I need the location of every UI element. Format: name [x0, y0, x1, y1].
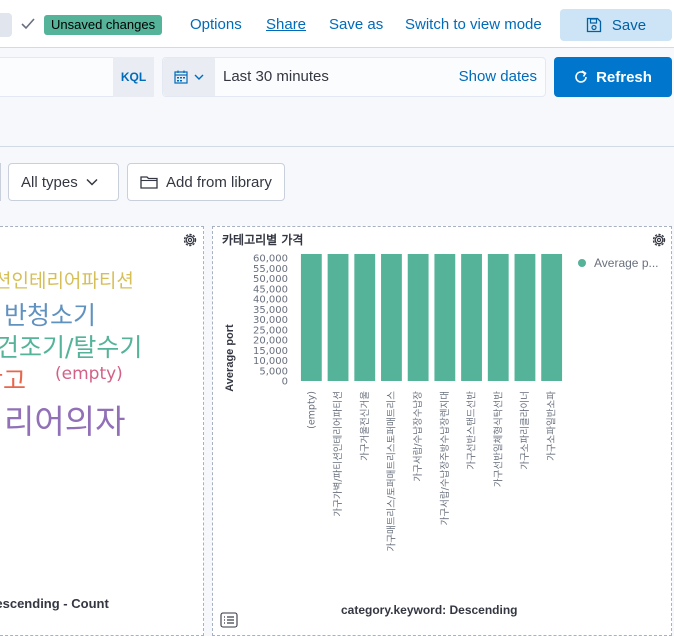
- x-tick-label: 가구가벽/파티션인테리어파티션: [333, 391, 344, 517]
- folder-icon: [140, 176, 158, 189]
- chart-bar[interactable]: [300, 254, 322, 381]
- bar-chart: 60,00055,00050,00045,00040,00035,00030,0…: [253, 254, 563, 552]
- gear-icon[interactable]: [650, 231, 668, 249]
- chart-bar[interactable]: [407, 254, 429, 381]
- x-tick-label: 가구소파리클라이너: [520, 391, 531, 470]
- save-label: Save: [611, 16, 647, 34]
- word-cloud-word: 건조기/탈수기: [0, 333, 143, 362]
- chevron-down-icon: [194, 74, 204, 80]
- list-icon[interactable]: [220, 612, 238, 628]
- share-link[interactable]: Share: [266, 14, 306, 36]
- refresh-button[interactable]: Refresh: [554, 57, 672, 97]
- word-cloud-word: 반청소기: [4, 301, 97, 330]
- legend-color-dot: [578, 259, 586, 267]
- switch-to-view-mode-link[interactable]: Switch to view mode: [405, 14, 542, 36]
- add-from-library-label: Add from library: [166, 173, 272, 191]
- legend-label: Average p...: [594, 256, 659, 270]
- toolbar-edge: [0, 163, 1, 201]
- kql-language-button[interactable]: KQL: [113, 57, 154, 97]
- date-range-value: Last 30 minutes: [223, 68, 329, 85]
- y-tick-label: 0: [282, 377, 288, 388]
- word-cloud-word: 리어의자: [4, 402, 126, 441]
- refresh-icon: [575, 70, 587, 83]
- quick-select-button[interactable]: [163, 58, 215, 96]
- all-types-button[interactable]: All types: [8, 163, 119, 201]
- x-tick-label: (empty): [306, 391, 317, 429]
- top-nav-bar: Unsaved changes Options Share Save as Sw…: [0, 0, 674, 48]
- refresh-label: Refresh: [596, 68, 652, 86]
- options-link[interactable]: Options: [190, 14, 242, 36]
- word-cloud-footer: Descending - Count: [0, 596, 109, 611]
- save-button[interactable]: Save: [560, 9, 672, 41]
- chevron-down-icon: [86, 178, 98, 186]
- x-tick-label: 가구거울전신거울: [360, 391, 371, 461]
- chart-bar[interactable]: [327, 254, 349, 381]
- chart-legend-item[interactable]: Average p...: [578, 256, 659, 270]
- date-picker: Last 30 minutes Show dates: [162, 57, 546, 97]
- chart-bar[interactable]: [514, 254, 536, 381]
- x-tick-label: 가구서랍/수납장수납장: [412, 391, 424, 482]
- x-tick-label: 가구서랍/수납장주방수납장렌지대: [439, 391, 451, 525]
- chart-bar[interactable]: [381, 254, 402, 381]
- check-icon[interactable]: [20, 14, 36, 34]
- section-divider: [0, 146, 674, 147]
- save-as-link[interactable]: Save as: [329, 14, 383, 36]
- gear-icon[interactable]: [181, 231, 199, 249]
- all-types-label: All types: [21, 173, 78, 191]
- x-tick-label: 가구선반일체형식탁선반: [492, 391, 504, 487]
- chart-bar[interactable]: [487, 254, 509, 381]
- show-dates-link[interactable]: Show dates: [459, 68, 537, 85]
- save-icon: [586, 17, 602, 33]
- chart-title: 카테고리별 가격: [222, 233, 304, 247]
- chart-bar[interactable]: [434, 254, 456, 381]
- x-tick-label: 가구매트리스/토퍼매트리스토퍼매트리스: [386, 391, 397, 552]
- word-cloud-word: 장고: [0, 366, 27, 395]
- add-from-library-button[interactable]: Add from library: [127, 163, 285, 201]
- y-axis-label: Average port: [224, 324, 236, 392]
- word-cloud-word: 션인테리어파티션: [0, 270, 134, 292]
- calendar-icon: [174, 70, 188, 84]
- unsaved-changes-badge: Unsaved changes: [44, 15, 163, 35]
- chart-bar[interactable]: [461, 254, 482, 381]
- x-tick-label: 가구소파일반소파: [547, 391, 558, 461]
- x-axis-title: category.keyword: Descending: [341, 603, 518, 617]
- chart-bar[interactable]: [541, 254, 563, 381]
- x-tick-label: 가구선반스탠드선반: [467, 391, 478, 470]
- word-cloud-word: (empty): [55, 364, 123, 384]
- chart-bar[interactable]: [354, 254, 376, 381]
- title-field-edge[interactable]: [0, 13, 12, 37]
